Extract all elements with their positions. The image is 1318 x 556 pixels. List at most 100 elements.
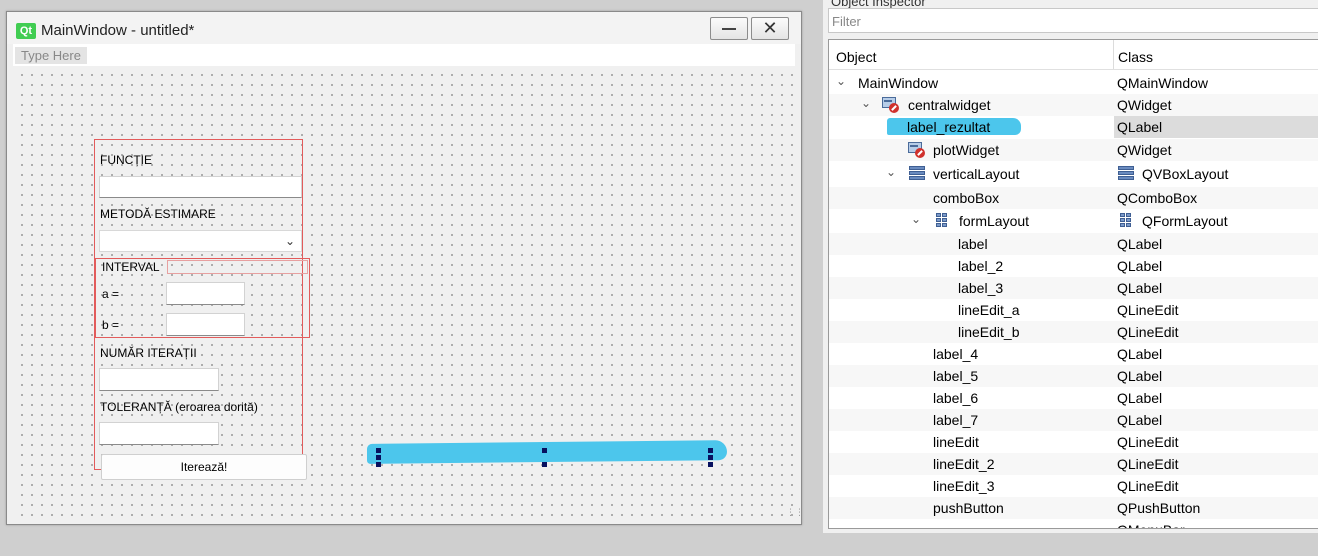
tree-row-object: comboBox [933, 190, 1000, 206]
tree-row-class: QFormLayout [1142, 213, 1228, 229]
filter-placeholder: Filter [832, 14, 861, 29]
vbox-layout-icon [908, 165, 926, 182]
expand-arrow-icon[interactable]: ⌄ [860, 96, 872, 110]
selection-handle[interactable] [708, 448, 713, 453]
toleranta-input[interactable] [99, 422, 219, 445]
tree-row-class: QMenuBar [1117, 522, 1185, 528]
minimize-icon [722, 28, 736, 30]
tree-row-object: label_5 [933, 368, 979, 384]
tree-row[interactable]: label_3 QLabel [829, 277, 1318, 299]
chevron-down-icon: ⌄ [284, 234, 296, 248]
tree-header: Object Class [829, 40, 1318, 70]
qt-logo-icon: Qt [16, 23, 36, 39]
tree-row-object: plotWidget [933, 142, 1000, 158]
close-icon: ✕ [762, 18, 778, 38]
tree-row[interactable]: plotWidget QWidget [829, 139, 1318, 161]
tree-row-object: pushButton [933, 500, 1004, 516]
expand-arrow-icon[interactable]: ⌄ [885, 165, 897, 179]
tree-row-class: QLabel [1117, 119, 1163, 135]
form-canvas[interactable]: FUNCȚIE METODĂ ESTIMARE ⌄ INTERVAL a = b… [13, 66, 804, 518]
title-bar[interactable]: Qt MainWindow - untitled* ✕ [7, 12, 801, 44]
selection-handle[interactable] [708, 455, 713, 460]
expand-arrow-icon[interactable]: ⌄ [835, 74, 847, 88]
selection-handle[interactable] [542, 448, 547, 453]
filter-input[interactable]: Filter [828, 8, 1318, 33]
tree-row[interactable]: label QLabel [829, 233, 1318, 255]
tree-row[interactable]: pushButton QPushButton [829, 497, 1318, 519]
tree-row-object: lineEdit_a [958, 302, 1020, 318]
selection-handle[interactable] [376, 448, 381, 453]
interval-spacer [167, 260, 308, 274]
plot-widget-area[interactable] [351, 166, 791, 556]
label-a[interactable]: a = [102, 287, 119, 301]
window-title: MainWindow - untitled* [41, 22, 195, 39]
label-b[interactable]: b = [102, 318, 119, 332]
tree-row[interactable]: lineEdit_a QLineEdit [829, 299, 1318, 321]
label-toleranta[interactable]: TOLERANȚĂ (eroarea dorită) [100, 400, 258, 414]
tree-row-object: label_rezultat [907, 119, 991, 135]
tree-row[interactable]: label_2 QLabel [829, 255, 1318, 277]
close-button[interactable]: ✕ [751, 17, 789, 40]
tree-row-class: QWidget [1117, 97, 1172, 113]
tree-row-class: QWidget [1117, 142, 1172, 158]
label-metoda-estimare[interactable]: METODĂ ESTIMARE [100, 207, 216, 221]
tree-row[interactable]: lineEdit QLineEdit [829, 431, 1318, 453]
tree-row[interactable]: QMenuBar [829, 519, 1318, 528]
redaction-scribble [367, 440, 727, 464]
tree-row[interactable]: label_4 QLabel [829, 343, 1318, 365]
tree-row[interactable]: ⌄ centralwidget QWidget [829, 94, 1318, 116]
tree-row[interactable]: label_5 QLabel [829, 365, 1318, 387]
menu-type-here[interactable]: Type Here [15, 47, 87, 64]
vbox-layout-icon [1117, 165, 1135, 182]
selection-handle[interactable] [708, 462, 713, 467]
tree-row-object: label_2 [958, 258, 1004, 274]
a-input[interactable] [166, 282, 245, 305]
functie-input[interactable] [99, 176, 302, 198]
size-grip-icon[interactable]: ⋮⋮ [786, 508, 804, 517]
itereaza-button[interactable]: Iterează! [101, 454, 307, 480]
tree-row[interactable]: label_rezultat QLabel [829, 116, 1318, 138]
form-window: Qt MainWindow - untitled* ✕ Type Here FU… [6, 11, 804, 525]
minimize-button[interactable] [710, 17, 748, 40]
column-header-object[interactable]: Object [836, 49, 876, 65]
label-functie[interactable]: FUNCȚIE [100, 153, 152, 167]
tree-row-class: QLabel [1117, 236, 1163, 252]
tree-row[interactable]: lineEdit_b QLineEdit [829, 321, 1318, 343]
tree-row-object: centralwidget [908, 97, 991, 113]
tree-row-object: lineEdit_3 [933, 478, 995, 494]
iteratii-input[interactable] [99, 368, 219, 391]
label-numar-iteratii[interactable]: NUMĂR ITERAȚII [100, 346, 197, 360]
tree-row-object: lineEdit_2 [933, 456, 995, 472]
column-divider[interactable] [1113, 40, 1114, 69]
column-header-class[interactable]: Class [1118, 49, 1153, 65]
selection-handle[interactable] [376, 462, 381, 467]
b-input[interactable] [166, 313, 245, 336]
tree-row[interactable]: ⌄ formLayout QFormLayout [829, 210, 1318, 232]
tree-row[interactable]: label_6 QLabel [829, 387, 1318, 409]
tree-row-class: QLineEdit [1117, 324, 1179, 340]
tree-row-object: verticalLayout [933, 166, 1020, 182]
selection-handle[interactable] [542, 462, 547, 467]
tree-row-class: QLineEdit [1117, 478, 1179, 494]
metoda-combobox[interactable]: ⌄ [99, 230, 302, 252]
form-layout-icon [1118, 212, 1136, 229]
tree-row-object: label_6 [933, 390, 979, 406]
tree-row[interactable]: comboBox QComboBox [829, 187, 1318, 209]
expand-arrow-icon[interactable]: ⌄ [910, 212, 922, 226]
tree-row[interactable]: lineEdit_3 QLineEdit [829, 475, 1318, 497]
label-interval[interactable]: INTERVAL [102, 260, 160, 274]
tree-row-class: QLabel [1117, 280, 1163, 296]
object-tree[interactable]: Object Class ⌄ MainWindow QMainWindow ⌄ … [828, 39, 1318, 529]
tree-row[interactable]: label_7 QLabel [829, 409, 1318, 431]
selection-handle[interactable] [376, 455, 381, 460]
tree-row-object: label_4 [933, 346, 979, 362]
tree-row[interactable]: ⌄ MainWindow QMainWindow [829, 72, 1318, 94]
tree-row-object: label_7 [933, 412, 979, 428]
tree-row[interactable]: lineEdit_2 QLineEdit [829, 453, 1318, 475]
tree-row[interactable]: ⌄ verticalLayout QVBoxLayout [829, 163, 1318, 185]
menu-bar: Type Here [13, 44, 795, 66]
form-layout-icon [934, 212, 952, 229]
tree-row-object: MainWindow [858, 75, 939, 91]
tree-row-class: QLabel [1117, 368, 1163, 384]
widget-icon [907, 141, 925, 158]
